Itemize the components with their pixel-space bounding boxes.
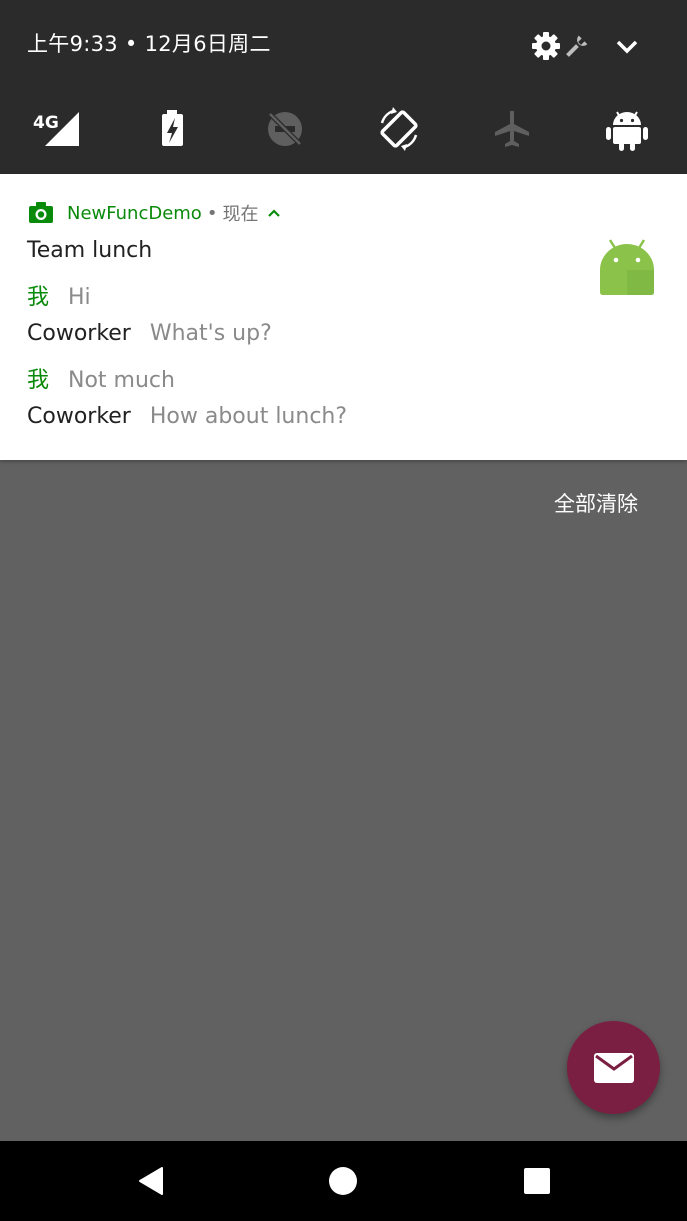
status-time-date: 上午9:33 • 12月6日周二 <box>27 32 271 56</box>
do-not-disturb-tile[interactable] <box>262 106 308 152</box>
do-not-disturb-off-icon <box>268 112 302 146</box>
conversation-title: Team lunch <box>27 238 153 263</box>
auto-rotate-tile[interactable] <box>376 106 422 152</box>
home-button[interactable] <box>325 1163 361 1199</box>
navigation-bar <box>0 1141 687 1221</box>
email-fab-button[interactable] <box>567 1021 660 1114</box>
airplane-mode-tile[interactable] <box>489 106 535 152</box>
notification-time: 现在 <box>222 204 259 225</box>
quick-settings-panel: 上午9:33 • 12月6日周二 4G <box>0 0 687 174</box>
recents-button[interactable] <box>519 1163 555 1199</box>
notification-header: NewFuncDemo • 现在 <box>28 200 282 226</box>
email-icon <box>593 1052 634 1083</box>
wrench-icon <box>566 35 588 57</box>
settings-button[interactable] <box>528 28 590 64</box>
message-sender: Coworker <box>27 404 131 429</box>
message-text: How about lunch? <box>149 404 348 429</box>
android-icon <box>606 111 648 151</box>
android-tile[interactable] <box>604 106 650 152</box>
message-notification[interactable]: NewFuncDemo • 现在 Team lunch 我 Hi Coworke… <box>0 174 687 460</box>
message-sender: 我 <box>27 368 50 393</box>
signal-4g-icon: 4G <box>33 112 79 146</box>
app-name: NewFuncDemo <box>67 202 202 224</box>
message-text: Not much <box>68 368 175 393</box>
message-row: 我 Hi <box>27 279 91 310</box>
chevron-down-icon <box>616 40 638 54</box>
android-large-icon <box>600 239 654 295</box>
message-text: What's up? <box>149 321 272 346</box>
back-icon <box>139 1167 163 1195</box>
chevron-up-icon[interactable] <box>266 205 282 221</box>
back-button[interactable] <box>133 1163 169 1199</box>
clear-all-button[interactable]: 全部清除 <box>554 488 638 518</box>
home-icon <box>329 1167 357 1195</box>
message-sender: 我 <box>27 285 50 310</box>
gear-icon <box>532 32 588 60</box>
airplane-mode-icon <box>495 111 529 147</box>
mobile-data-tile[interactable]: 4G <box>33 106 79 152</box>
message-row: Coworker How about lunch? <box>27 404 347 434</box>
message-sender: Coworker <box>27 321 131 346</box>
recents-icon <box>524 1168 550 1194</box>
svg-text:4G: 4G <box>33 113 59 133</box>
auto-rotate-icon <box>380 107 418 151</box>
message-row: Coworker What's up? <box>27 321 272 351</box>
separator-dot: • <box>206 202 218 224</box>
battery-saver-icon <box>162 110 183 146</box>
message-row: 我 Not much <box>27 362 175 393</box>
message-text: Hi <box>68 285 91 310</box>
expand-quick-settings-button[interactable] <box>610 30 644 64</box>
battery-saver-tile[interactable] <box>150 106 196 152</box>
camera-icon <box>29 202 53 223</box>
